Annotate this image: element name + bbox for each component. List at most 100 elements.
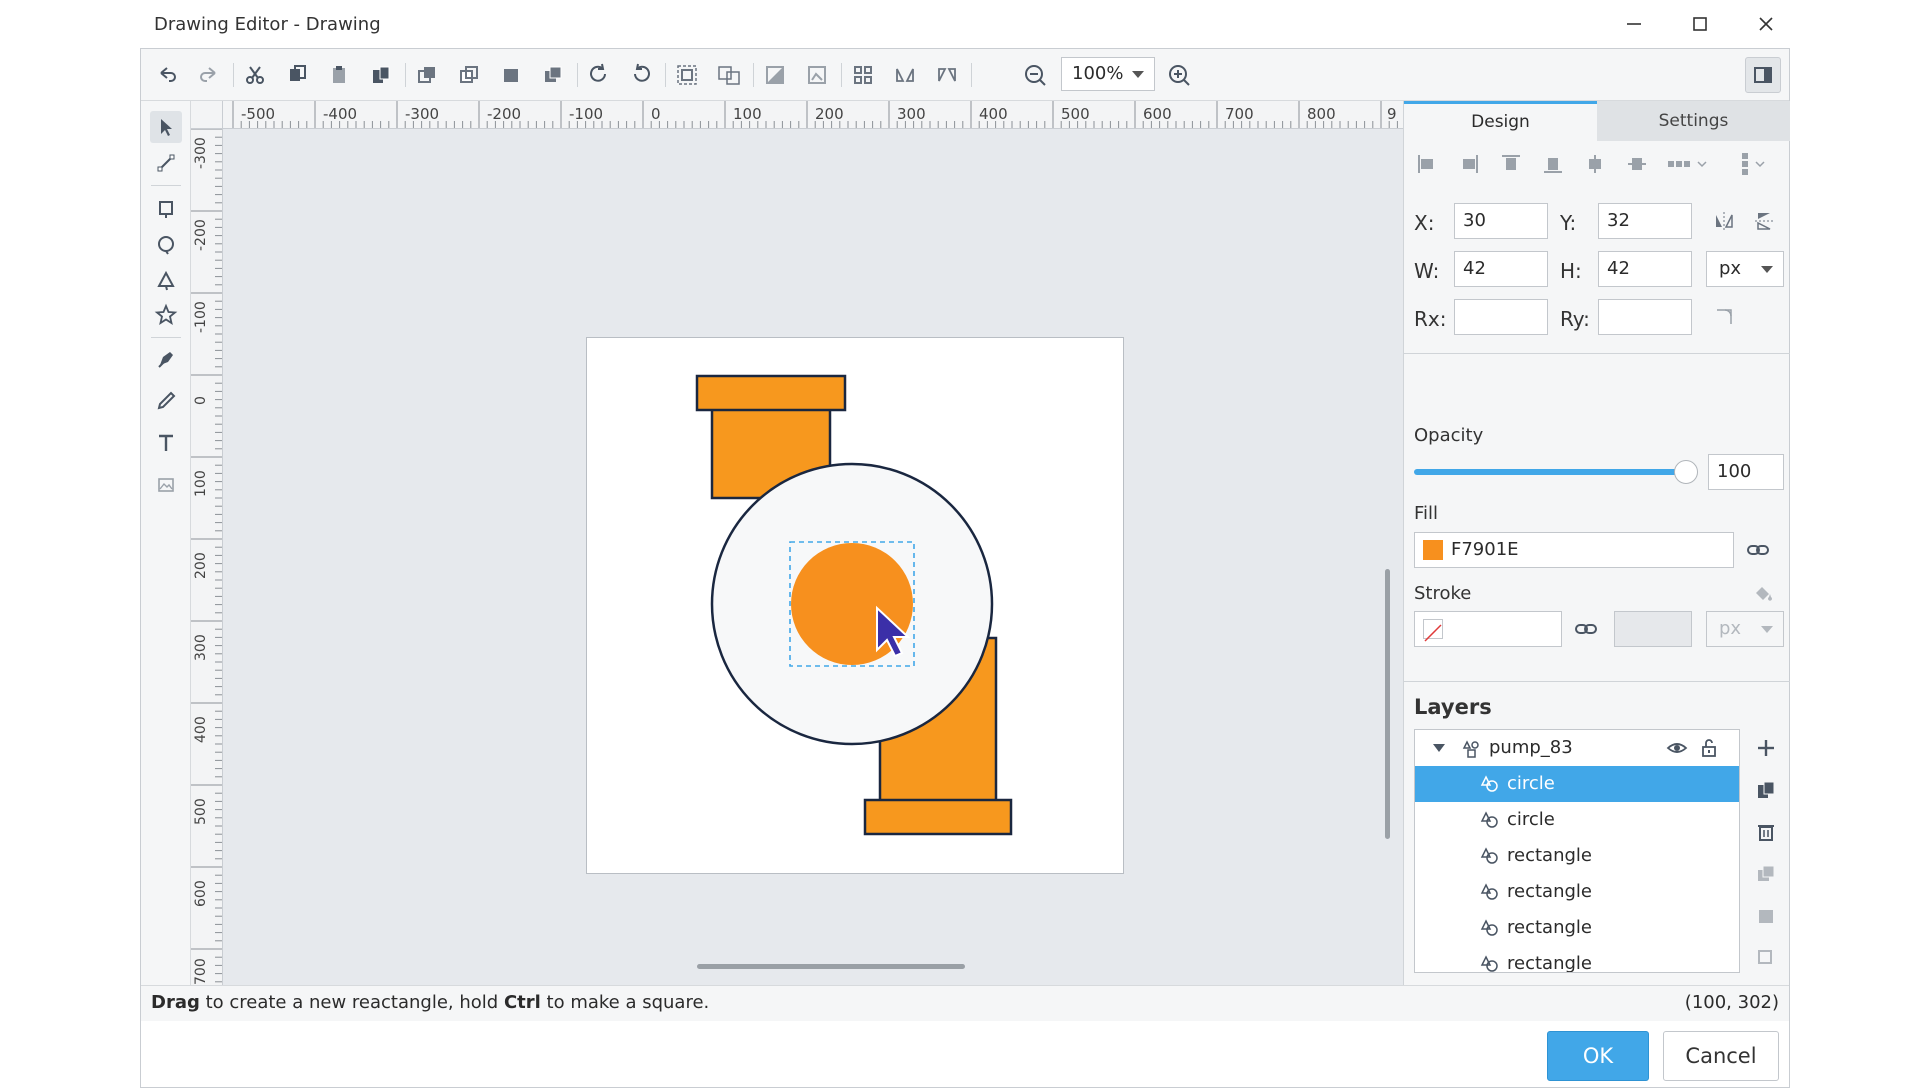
ruler-label: 0 bbox=[651, 105, 661, 123]
close-button[interactable] bbox=[1750, 10, 1782, 38]
fill-color-swatch[interactable] bbox=[1423, 540, 1443, 560]
ry-input[interactable] bbox=[1598, 299, 1692, 335]
align-center-icon[interactable] bbox=[1582, 151, 1608, 177]
text-tool-icon[interactable] bbox=[150, 427, 182, 459]
eye-icon[interactable] bbox=[1665, 736, 1689, 760]
layer-item[interactable]: rectangle bbox=[1415, 874, 1739, 910]
y-input[interactable]: 32 bbox=[1598, 203, 1692, 239]
layer-item[interactable]: rectangle bbox=[1415, 946, 1739, 972]
distribute-horizontal-icon[interactable] bbox=[1666, 151, 1710, 177]
rotate-ccw-icon[interactable] bbox=[627, 61, 655, 89]
zoom-out-icon[interactable] bbox=[1021, 61, 1049, 89]
bring-to-front-icon[interactable] bbox=[1752, 860, 1780, 888]
unlock-icon[interactable] bbox=[1697, 736, 1721, 760]
redo-icon[interactable] bbox=[195, 61, 223, 89]
link-icon[interactable] bbox=[1572, 615, 1600, 643]
ungroup-icon[interactable] bbox=[715, 61, 743, 89]
stroke-unit-select[interactable]: px bbox=[1706, 611, 1784, 647]
pencil-tool-icon[interactable] bbox=[150, 385, 182, 417]
fill-color-input[interactable]: F7901E bbox=[1414, 532, 1734, 568]
corner-radius-icon[interactable] bbox=[1710, 303, 1738, 331]
star-tool-icon[interactable] bbox=[150, 299, 182, 331]
height-input[interactable]: 42 bbox=[1598, 251, 1692, 287]
rectangle-shape[interactable] bbox=[695, 374, 847, 412]
ruler-label: 100 bbox=[193, 470, 209, 497]
zoom-select[interactable]: 100% bbox=[1061, 57, 1155, 91]
align-bottom-icon[interactable] bbox=[1540, 151, 1566, 177]
align-right-icon[interactable] bbox=[1456, 151, 1482, 177]
unit-select[interactable]: px bbox=[1706, 251, 1784, 287]
no-color-swatch[interactable] bbox=[1423, 619, 1443, 642]
bring-to-front-icon[interactable] bbox=[497, 61, 525, 89]
tab-design[interactable]: Design bbox=[1404, 101, 1597, 141]
flip-horizontal-icon[interactable] bbox=[891, 61, 919, 89]
node-edit-tool-icon[interactable] bbox=[150, 147, 182, 179]
duplicate-layer-icon[interactable] bbox=[1752, 776, 1780, 804]
layer-item[interactable]: rectangle bbox=[1415, 910, 1739, 946]
select-tool-icon[interactable] bbox=[150, 111, 182, 143]
cancel-button[interactable]: Cancel bbox=[1663, 1031, 1779, 1081]
send-backward-icon[interactable] bbox=[455, 61, 483, 89]
move-down-icon[interactable] bbox=[1752, 944, 1780, 972]
drawing-canvas[interactable] bbox=[223, 129, 1403, 985]
undo-icon[interactable] bbox=[153, 61, 181, 89]
tab-settings[interactable]: Settings bbox=[1597, 101, 1790, 141]
ok-button[interactable]: OK bbox=[1547, 1031, 1649, 1081]
paste-icon[interactable] bbox=[325, 61, 353, 89]
image-trace-icon[interactable] bbox=[803, 61, 831, 89]
ellipse-tool-icon[interactable] bbox=[150, 229, 182, 261]
chevron-down-icon[interactable] bbox=[1433, 744, 1445, 752]
bring-forward-icon[interactable] bbox=[413, 61, 441, 89]
align-top-icon[interactable] bbox=[1498, 151, 1524, 177]
x-input[interactable]: 30 bbox=[1454, 203, 1548, 239]
rectangle-tool-icon[interactable] bbox=[150, 193, 182, 225]
panel-tabs: Design Settings bbox=[1404, 101, 1790, 141]
opacity-input[interactable]: 100 bbox=[1708, 454, 1784, 490]
add-layer-icon[interactable] bbox=[1752, 734, 1780, 762]
flip-horizontal-icon[interactable] bbox=[1710, 207, 1738, 235]
stroke-width-input[interactable] bbox=[1614, 611, 1692, 647]
layer-item[interactable]: rectangle bbox=[1415, 838, 1739, 874]
rotate-cw-icon[interactable] bbox=[585, 61, 613, 89]
send-to-back-icon[interactable] bbox=[539, 61, 567, 89]
drawing-page[interactable] bbox=[586, 337, 1124, 874]
width-input[interactable]: 42 bbox=[1454, 251, 1548, 287]
flip-vertical-icon[interactable] bbox=[933, 61, 961, 89]
convert-path-icon[interactable] bbox=[761, 61, 789, 89]
pen-tool-icon[interactable] bbox=[150, 343, 182, 375]
move-up-icon[interactable] bbox=[1752, 902, 1780, 930]
maximize-button[interactable] bbox=[1684, 10, 1716, 38]
layer-item-name: rectangle bbox=[1507, 881, 1592, 902]
group-icon[interactable] bbox=[673, 61, 701, 89]
distribute-vertical-icon[interactable] bbox=[1734, 151, 1778, 177]
trash-icon[interactable] bbox=[1752, 818, 1780, 846]
vertical-scrollbar[interactable] bbox=[1385, 569, 1390, 839]
pump-drawing[interactable] bbox=[587, 338, 1125, 875]
link-icon[interactable] bbox=[1744, 536, 1772, 564]
ruler-label: -100 bbox=[193, 301, 209, 333]
align-left-icon[interactable] bbox=[1414, 151, 1440, 177]
zoom-in-icon[interactable] bbox=[1165, 61, 1193, 89]
polygon-tool-icon[interactable] bbox=[150, 265, 182, 297]
image-tool-icon[interactable] bbox=[150, 469, 182, 501]
opacity-slider-thumb[interactable] bbox=[1674, 460, 1698, 484]
panel-toggle-button[interactable] bbox=[1745, 57, 1781, 93]
duplicate-icon[interactable] bbox=[367, 61, 395, 89]
layer-item[interactable]: circle bbox=[1415, 802, 1739, 838]
minimize-button[interactable] bbox=[1618, 10, 1650, 38]
horizontal-scrollbar[interactable] bbox=[697, 964, 965, 969]
layers-list: pump_83 circle circle rectangle rectangle re… bbox=[1414, 729, 1740, 973]
stroke-color-input[interactable] bbox=[1414, 611, 1562, 647]
layer-item[interactable]: circle bbox=[1415, 766, 1739, 802]
rectangle-shape[interactable] bbox=[863, 798, 1013, 836]
cut-icon[interactable] bbox=[241, 61, 269, 89]
distribute-icon[interactable] bbox=[849, 61, 877, 89]
paint-bucket-icon[interactable] bbox=[1750, 581, 1774, 605]
align-middle-icon[interactable] bbox=[1624, 151, 1650, 177]
flip-vertical-icon[interactable] bbox=[1750, 207, 1778, 235]
rx-input[interactable] bbox=[1454, 299, 1548, 335]
copy-icon[interactable] bbox=[283, 61, 311, 89]
horizontal-ruler: -500 -400 -300 -200 -100 0 100 200 300 4… bbox=[223, 101, 1403, 129]
layer-group[interactable]: pump_83 bbox=[1415, 730, 1739, 766]
opacity-slider-track[interactable] bbox=[1414, 469, 1686, 475]
